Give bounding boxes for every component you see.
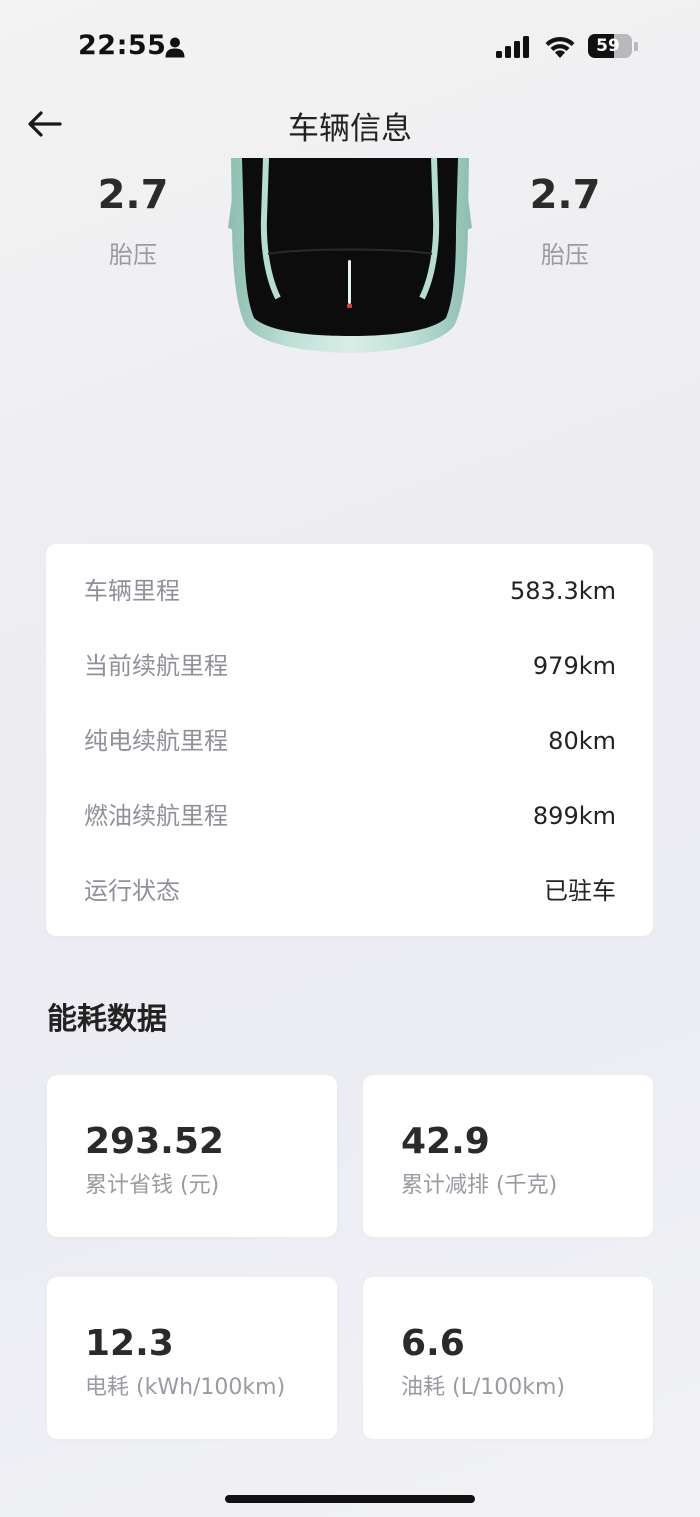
car-top-view-image xyxy=(228,158,472,353)
info-value: 80km xyxy=(548,727,616,755)
info-row-running-status: 运行状态 已驻车 xyxy=(84,871,616,911)
info-label: 燃油续航里程 xyxy=(84,802,228,830)
info-label: 运行状态 xyxy=(84,877,180,905)
signal-icon xyxy=(496,36,529,58)
stat-card-electric-consumption: 12.3 电耗 (kWh/100km) xyxy=(47,1277,337,1439)
info-label: 车辆里程 xyxy=(84,577,180,605)
info-value: 583.3km xyxy=(510,577,616,605)
info-row-mileage: 车辆里程 583.3km xyxy=(84,571,616,611)
info-value: 已驻车 xyxy=(544,877,616,905)
battery-percent: 59 xyxy=(596,36,620,56)
tire-pressure-right-value: 2.7 xyxy=(529,172,601,218)
status-time: 22:55 xyxy=(78,30,167,61)
info-row-current-range: 当前续航里程 979km xyxy=(84,646,616,686)
stat-value: 6.6 xyxy=(401,1323,465,1364)
tire-pressure-left-label: 胎压 xyxy=(109,241,157,269)
home-indicator[interactable] xyxy=(225,1495,475,1503)
tire-pressure-right-label: 胎压 xyxy=(541,241,589,269)
stat-label: 累计省钱 (元) xyxy=(85,1173,220,1198)
info-value: 979km xyxy=(532,652,616,680)
battery-cap xyxy=(634,42,638,51)
stat-label: 油耗 (L/100km) xyxy=(401,1375,565,1400)
person-icon xyxy=(165,37,185,58)
info-label: 纯电续航里程 xyxy=(84,727,228,755)
info-value: 899km xyxy=(532,802,616,830)
status-bar: 22:55 59 xyxy=(0,0,700,95)
energy-section-title: 能耗数据 xyxy=(47,1002,167,1037)
stat-value: 42.9 xyxy=(401,1121,490,1162)
stat-label: 累计减排 (千克) xyxy=(401,1173,558,1198)
wifi-icon xyxy=(545,36,575,58)
info-row-fuel-range: 燃油续航里程 899km xyxy=(84,796,616,836)
tire-pressure-left-value: 2.7 xyxy=(97,172,169,218)
stat-value: 293.52 xyxy=(85,1121,224,1162)
vehicle-info-card: 车辆里程 583.3km 当前续航里程 979km 纯电续航里程 80km 燃油… xyxy=(46,544,653,936)
stat-label: 电耗 (kWh/100km) xyxy=(85,1375,286,1400)
stat-card-emission-reduced: 42.9 累计减排 (千克) xyxy=(363,1075,653,1237)
stat-card-fuel-consumption: 6.6 油耗 (L/100km) xyxy=(363,1277,653,1439)
info-label: 当前续航里程 xyxy=(84,652,228,680)
page-title: 车辆信息 xyxy=(288,111,412,147)
info-row-electric-range: 纯电续航里程 80km xyxy=(84,721,616,761)
battery-icon: 59 xyxy=(588,34,632,58)
stat-value: 12.3 xyxy=(85,1323,174,1364)
stat-card-money-saved: 293.52 累计省钱 (元) xyxy=(47,1075,337,1237)
